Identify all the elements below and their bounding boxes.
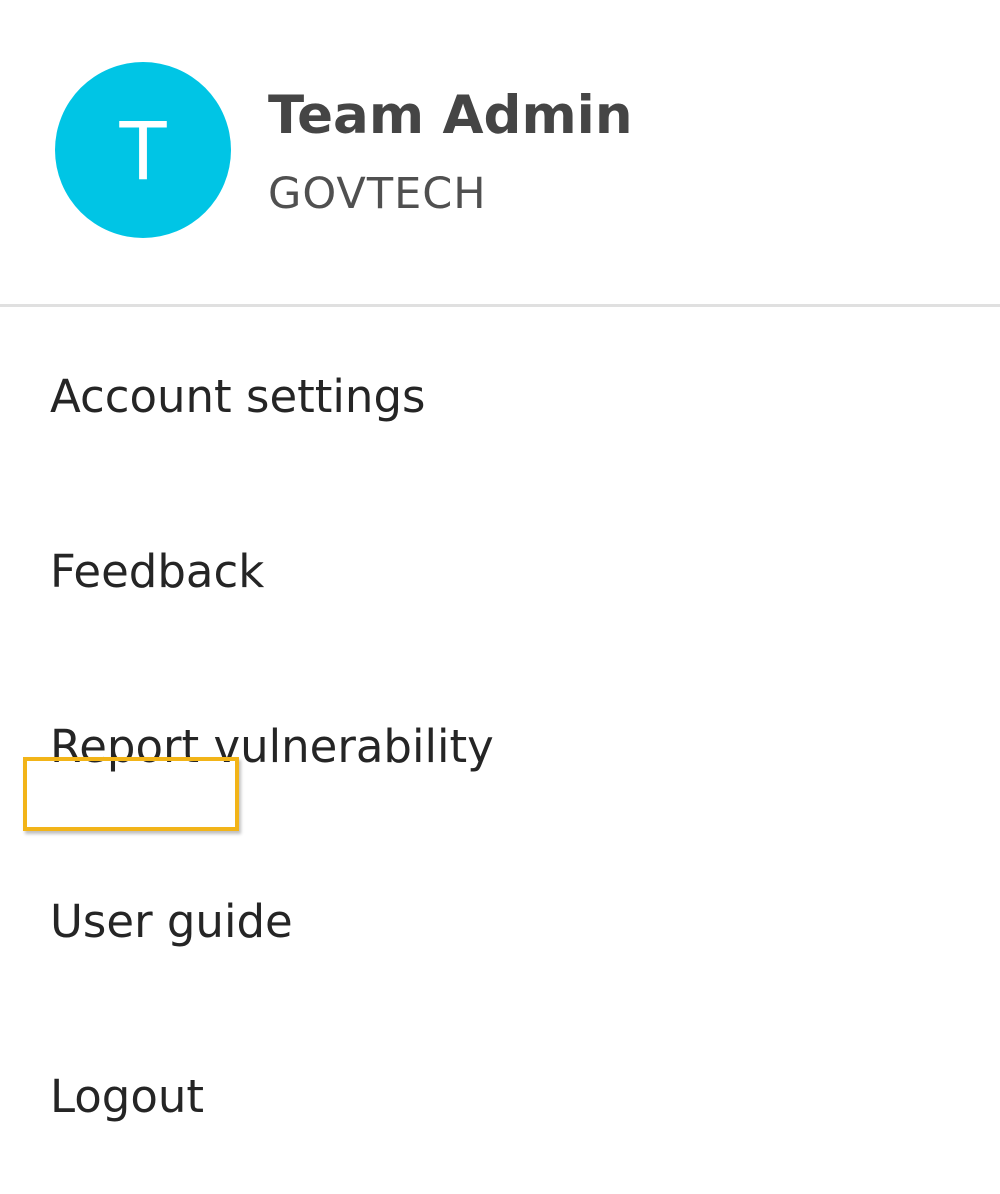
menu-item-label: Logout (50, 1070, 205, 1123)
profile-header: T Team Admin GOVTECH (0, 0, 1000, 304)
organization-name: GOVTECH (268, 169, 487, 219)
user-name: Team Admin (268, 85, 633, 146)
menu-item-label: Feedback (50, 545, 265, 598)
menu-item-label: User guide (50, 895, 293, 948)
menu-item-account-settings[interactable]: Account settings (0, 337, 1000, 487)
menu-item-report-vulnerability[interactable]: Report vulnerability (0, 687, 1000, 837)
menu-item-logout[interactable]: Logout (0, 1037, 1000, 1187)
avatar: T (55, 62, 231, 238)
menu-item-label: Report vulnerability (50, 720, 494, 773)
menu-item-feedback[interactable]: Feedback (0, 512, 1000, 662)
divider (0, 304, 1000, 307)
menu-item-user-guide[interactable]: User guide (0, 862, 1000, 1012)
menu-item-label: Account settings (50, 370, 426, 423)
user-account-menu: T Team Admin GOVTECH Account settings Fe… (0, 0, 1000, 1194)
